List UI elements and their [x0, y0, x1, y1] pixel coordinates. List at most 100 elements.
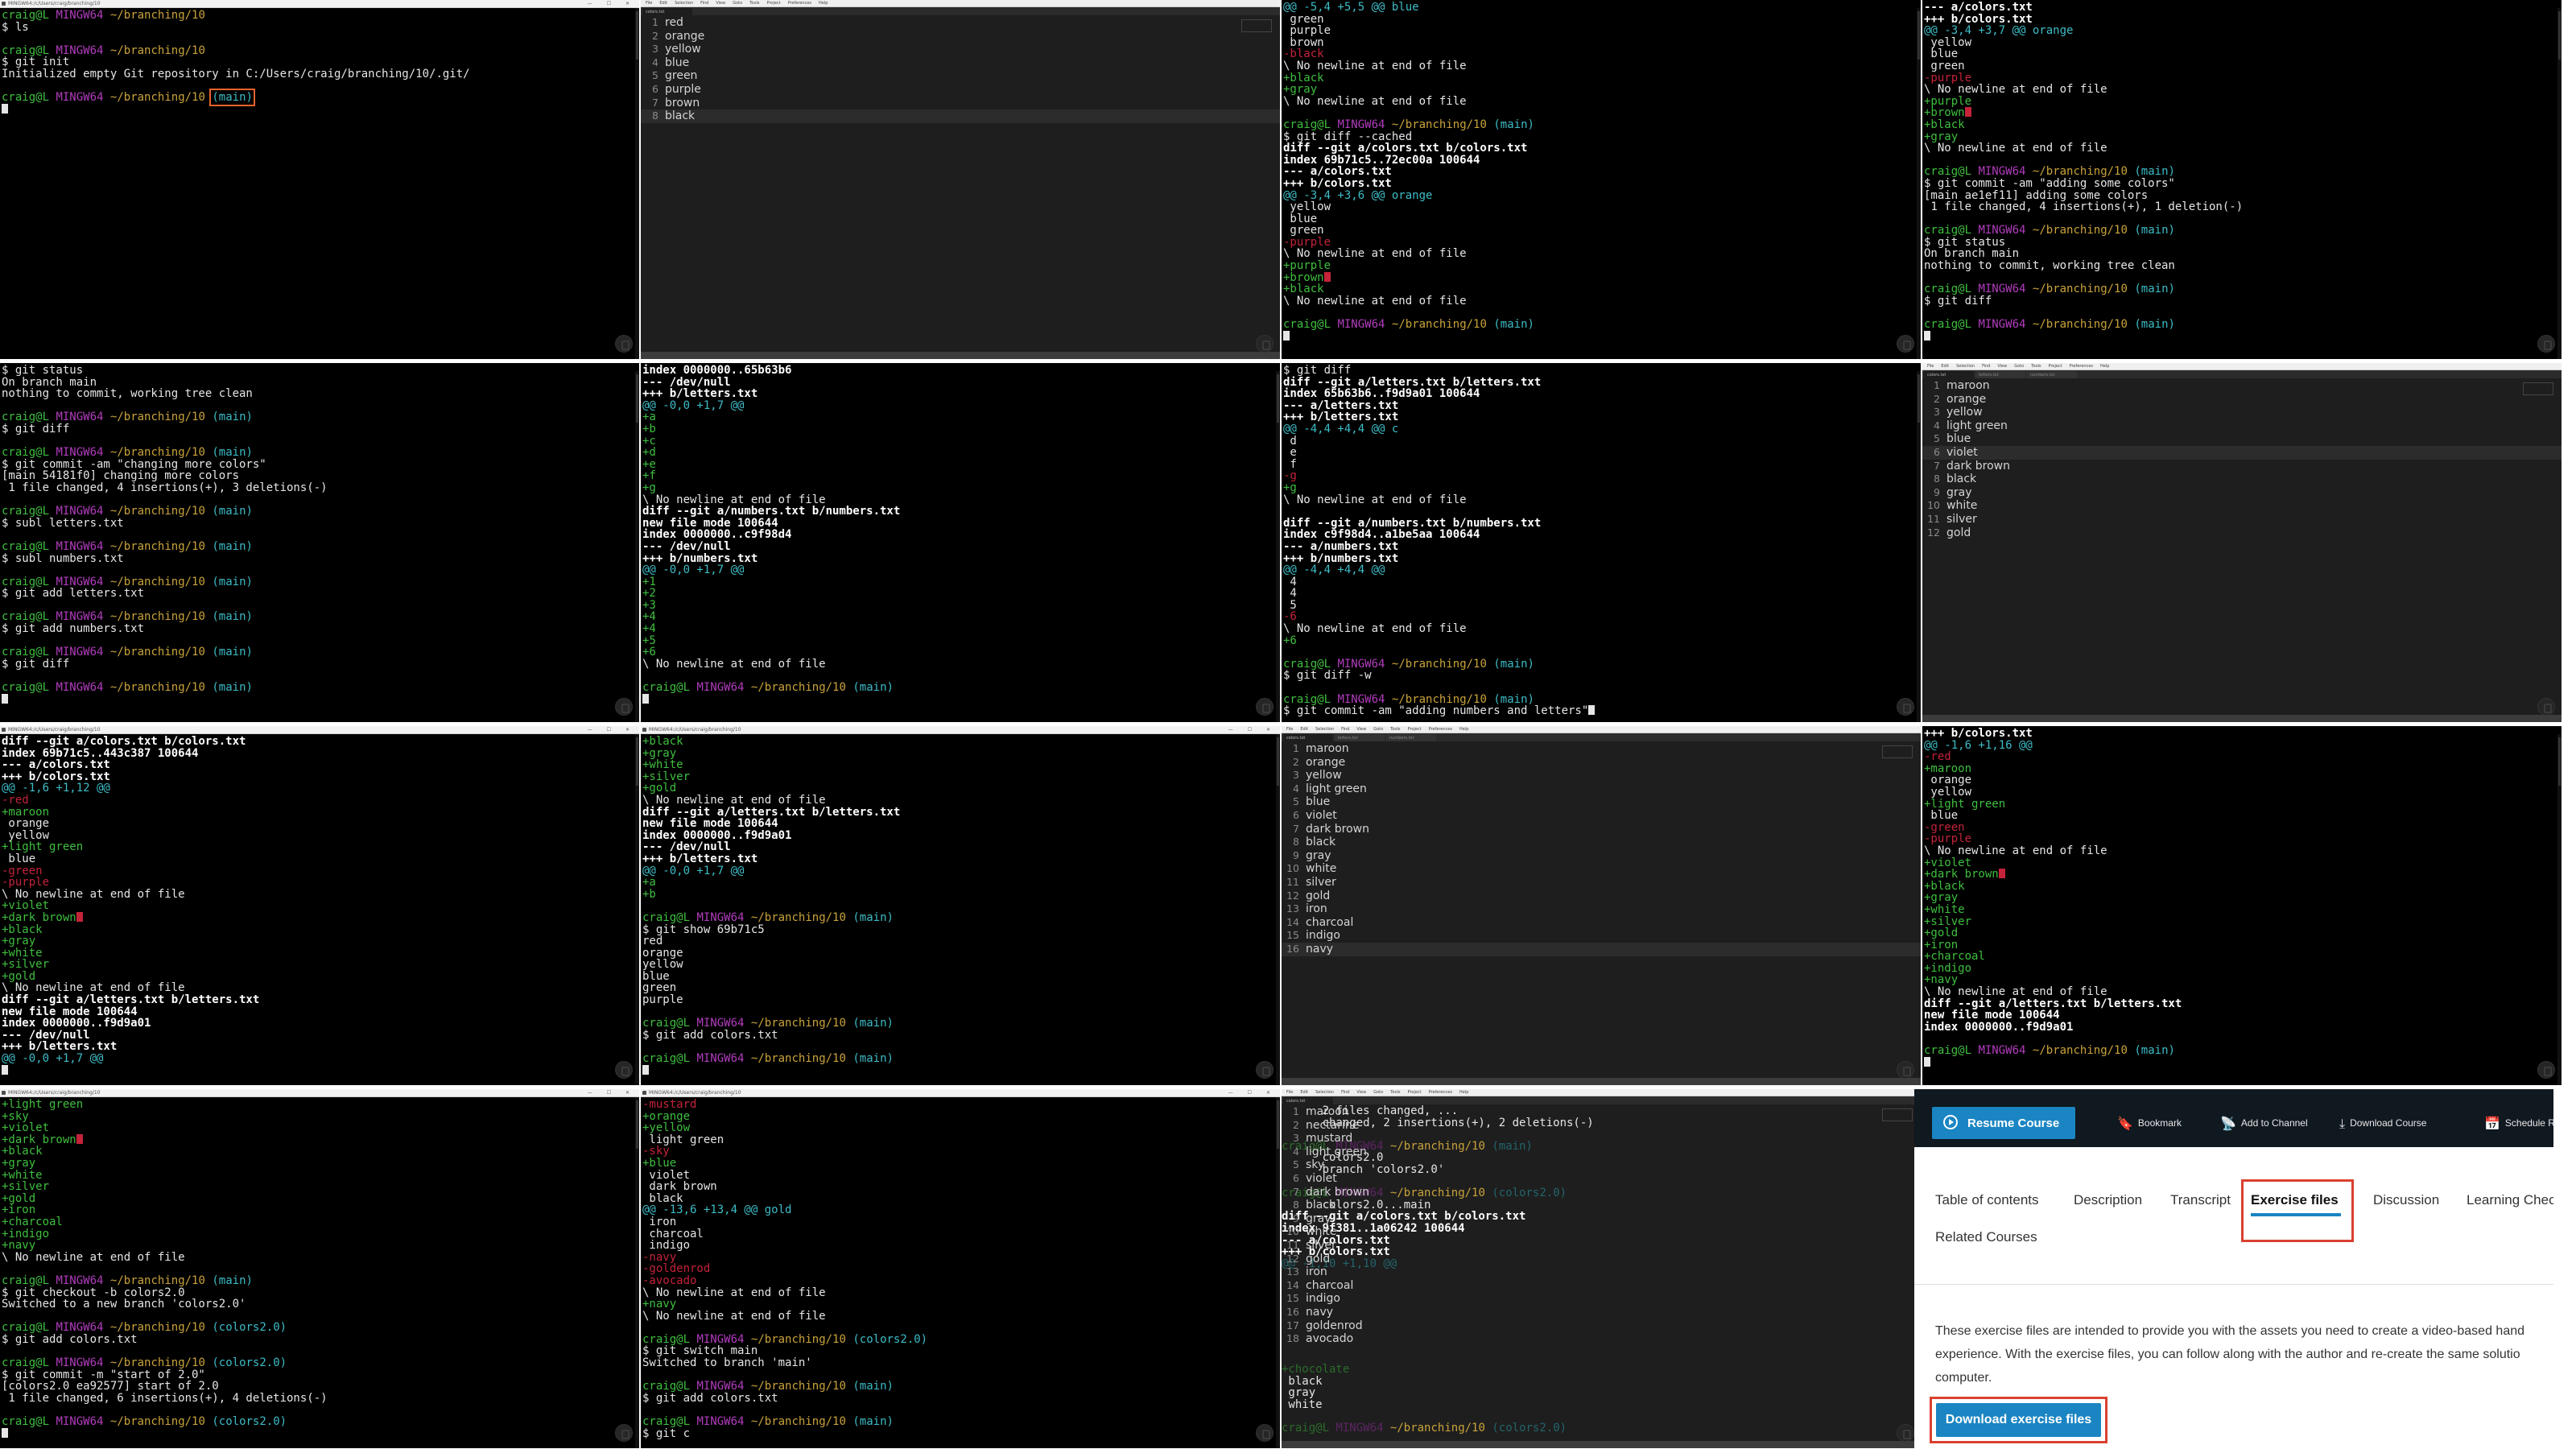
menu-item-goto[interactable]: Goto [2014, 364, 2024, 369]
editor-tab-bar[interactable]: colors.txt [1282, 1096, 1921, 1104]
editor-line[interactable]: 7 dark brown [1282, 1186, 1921, 1199]
terminal-window[interactable]: $ git diff diff --git a/letters.txt b/let… [1282, 363, 1921, 722]
editor-line[interactable]: 12 gold [1282, 1253, 1921, 1266]
scrollbar-thumb[interactable] [636, 1100, 638, 1149]
editor-line[interactable]: 13 iron [1282, 902, 1921, 916]
menu-item-help[interactable]: Help [2100, 364, 2109, 369]
menu-item-view[interactable]: View [1356, 1090, 1366, 1095]
editor-minimap[interactable] [1882, 1108, 1913, 1121]
scrollbar-thumb[interactable] [636, 374, 638, 423]
terminal-output[interactable]: craig@L MINGW64 ~/branching/10 $ ls craig… [0, 8, 639, 359]
editor-tab-bar[interactable]: colors.txt letters.txt numbers.txt [1922, 370, 2562, 378]
scrollbar[interactable] [2557, 734, 2562, 1085]
menu-item-tools[interactable]: Tools [1390, 1090, 1400, 1095]
editor-line[interactable]: 15 indigo [1282, 929, 1921, 943]
scrollbar[interactable] [635, 1097, 639, 1448]
editor-tab-bar[interactable]: colors.txt letters.txt numbers.txt [1282, 733, 1921, 741]
scrollbar-thumb[interactable] [636, 11, 638, 60]
scrollbar-thumb[interactable] [1277, 374, 1279, 423]
resume-course-button[interactable]: Resume Course [1932, 1107, 2075, 1139]
scrollbar-thumb[interactable] [1277, 737, 1279, 786]
menu-item-help[interactable]: Help [1459, 1090, 1468, 1095]
scrollbar[interactable] [635, 734, 639, 1085]
editor-line[interactable]: 14 charcoal [1282, 916, 1921, 930]
tab-learning-chec[interactable]: Learning Chec [2467, 1192, 2553, 1208]
editor-line[interactable]: 16 navy [1282, 1306, 1921, 1319]
menu-item-preferences[interactable]: Preferences [2070, 364, 2093, 369]
scrollbar-thumb[interactable] [1918, 11, 1920, 60]
editor-line[interactable]: 15 indigo [1282, 1292, 1921, 1306]
editor-tab[interactable]: colors.txt [1283, 1097, 1333, 1104]
bookmark-button[interactable]: 🔖 Bookmark [2117, 1107, 2182, 1139]
terminal-window[interactable]: index 0000000..65b63b6 --- /dev/null +++ b… [641, 363, 1280, 722]
editor-line[interactable]: 4 blue [641, 56, 1280, 70]
menu-item-help[interactable]: Help [1459, 727, 1468, 732]
scrollbar[interactable] [1276, 734, 1280, 1085]
editor-line[interactable]: 13 iron [1282, 1265, 1921, 1279]
editor-line[interactable]: 1 maroon [1282, 742, 1921, 756]
editor-line[interactable]: 7 dark brown [1922, 460, 2562, 473]
editor-line[interactable]: 2 orange [1282, 756, 1921, 770]
scrollbar-thumb[interactable] [636, 737, 638, 786]
window-controls[interactable]: — ☐ ✕ [588, 0, 636, 7]
editor-line[interactable]: 10 white [1282, 1225, 1921, 1239]
terminal-output[interactable]: --- a/colors.txt +++ b/colors.txt @@ -3,4 … [1922, 0, 2562, 359]
menu-item-project[interactable]: Project [767, 1, 781, 6]
terminal-output[interactable]: +black +gray +white +silver +gold \ No newlin… [641, 734, 1280, 1085]
editor-line[interactable]: 8 black [641, 109, 1280, 123]
editor-line[interactable]: 2 orange [1922, 393, 2562, 407]
editor-window[interactable]: File Edit Selection Find View Goto Tools Projec… [1922, 363, 2562, 722]
editor-line[interactable]: 7 brown [641, 97, 1280, 110]
editor-line[interactable]: 11 silver [1282, 876, 1921, 890]
editor-line[interactable]: 8 black [1282, 836, 1921, 849]
scrollbar[interactable] [1917, 371, 1921, 722]
menu-item-view[interactable]: View [716, 1, 725, 6]
editor-tab[interactable]: colors.txt [1283, 734, 1333, 741]
editor-tab[interactable]: numbers.txt [2027, 371, 2077, 378]
terminal-output[interactable]: +++ b/colors.txt @@ -1,6 +1,16 @@ -red +mar… [1922, 726, 2562, 1085]
editor-line[interactable]: 14 charcoal [1282, 1279, 1921, 1293]
editor-line[interactable]: 3 yellow [641, 43, 1280, 56]
editor-minimap[interactable] [1882, 745, 1913, 758]
editor-menu-bar[interactable]: File Edit Selection Find View Goto Tools Projec… [1282, 726, 1921, 733]
scrollbar[interactable] [635, 8, 639, 359]
editor-line[interactable]: 8 black [1922, 473, 2562, 486]
course-tabs[interactable]: Table of contents Description Transcript Ex… [1914, 1170, 2553, 1245]
editor-line[interactable]: 11 silver [1922, 513, 2562, 526]
scrollbar[interactable] [2557, 8, 2562, 359]
editor-line[interactable]: 10 white [1922, 499, 2562, 513]
editor-line[interactable]: 12 gold [1282, 890, 1921, 903]
terminal-window[interactable]: MINGW64:/c/Users/craig/branching/10 — ☐ ✕… [0, 0, 639, 359]
menu-item-edit[interactable]: Edit [659, 1, 667, 6]
editor-tab[interactable]: colors.txt [642, 8, 692, 15]
editor-line[interactable]: 5 sky [1282, 1158, 1921, 1172]
sublime-editor[interactable]: File Edit Selection Find View Goto Tools Projec… [641, 0, 1280, 359]
menu-item-help[interactable]: Help [819, 1, 828, 6]
terminal-output[interactable]: diff --git a/colors.txt b/colors.txt inde… [0, 734, 639, 1085]
window-title-bar[interactable]: MINGW64:/c/Users/craig/branching/10 — ☐ ✕ [641, 1089, 1280, 1097]
editor-minimap[interactable] [2523, 382, 2553, 395]
window-controls[interactable]: — ☐ ✕ [1228, 726, 1277, 733]
editor-line[interactable]: 12 gold [1922, 526, 2562, 540]
editor-line[interactable]: 2 orange [641, 30, 1280, 43]
terminal-output[interactable]: $ git diff diff --git a/letters.txt b/let… [1282, 363, 1921, 722]
editor-line[interactable]: 11 silver [1282, 1239, 1921, 1253]
sublime-editor[interactable]: File Edit Selection Find View Goto Tools Projec… [1922, 363, 2562, 722]
scrollbar[interactable] [1917, 8, 1921, 359]
editor-line[interactable]: 18 avocado [1282, 1332, 1921, 1346]
menu-item-tools[interactable]: Tools [749, 1, 759, 6]
menu-item-file[interactable]: File [1286, 1090, 1293, 1095]
terminal-output[interactable]: @@ -5,4 +5,5 @@ blue green purple brown -… [1282, 0, 1921, 359]
editor-line[interactable]: 4 light green [1282, 782, 1921, 796]
editor-line[interactable]: 6 violet [1282, 809, 1921, 823]
editor-tab[interactable]: numbers.txt [1386, 734, 1436, 741]
menu-item-find[interactable]: Find [700, 1, 708, 6]
editor-menu-bar[interactable]: File Edit Selection Find View Goto Tools Projec… [641, 0, 1280, 7]
menu-item-goto[interactable]: Goto [733, 1, 742, 6]
terminal-window[interactable]: @@ -5,4 +5,5 @@ blue green purple brown -… [1282, 0, 1921, 359]
menu-item-selection[interactable]: Selection [1315, 727, 1334, 732]
scrollbar-thumb[interactable] [1918, 374, 1920, 423]
editor-line[interactable]: 4 light green [1282, 1146, 1921, 1159]
menu-item-selection[interactable]: Selection [1956, 364, 1975, 369]
editor-line[interactable]: 5 green [641, 69, 1280, 83]
